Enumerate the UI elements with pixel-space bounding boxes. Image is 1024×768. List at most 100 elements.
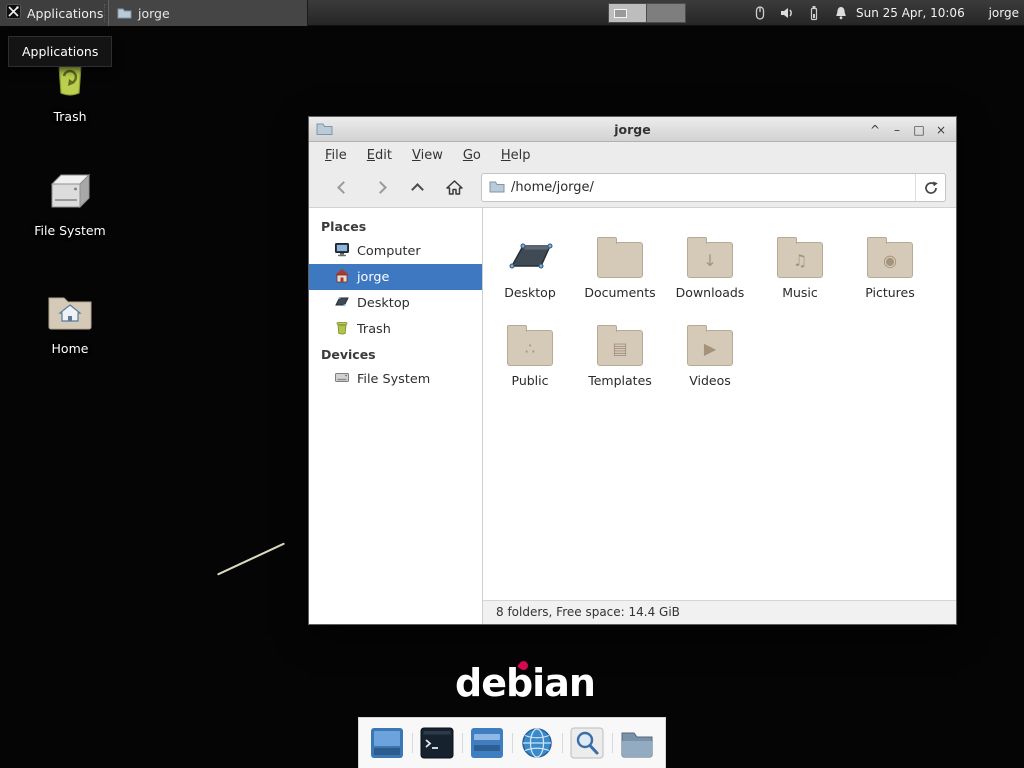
forward-button[interactable]	[362, 173, 399, 203]
folder-item-pictures[interactable]: ◉ Pictures	[845, 228, 935, 300]
menu-file[interactable]: File	[315, 144, 357, 167]
reload-icon	[923, 180, 939, 196]
folder-item-templates[interactable]: ▤ Templates	[575, 316, 665, 388]
sidebar-item-label: File System	[357, 372, 430, 387]
menu-help[interactable]: Help	[491, 144, 541, 167]
menu-view[interactable]: View	[402, 144, 453, 167]
desktop-pad-icon	[504, 228, 556, 278]
menu-edit[interactable]: Edit	[357, 144, 402, 167]
trash-small-icon	[334, 320, 350, 339]
up-button[interactable]	[399, 173, 436, 203]
shade-button[interactable]: ^	[864, 117, 886, 142]
minimize-button[interactable]: –	[886, 117, 908, 142]
workspace-window-thumb	[614, 9, 627, 18]
music-note-glyph: ♫	[778, 243, 822, 277]
statusbar: 8 folders, Free space: 14.4 GiB	[483, 600, 956, 624]
terminal-icon	[419, 726, 455, 760]
home-button[interactable]	[436, 173, 473, 203]
folder-label: Pictures	[865, 285, 915, 300]
mouse-icon[interactable]	[752, 5, 768, 21]
taskbar-button-jorge[interactable]: jorge	[108, 0, 308, 26]
folder-item-music[interactable]: ♫ Music	[755, 228, 845, 300]
desktop-icon-label: File System	[34, 223, 106, 238]
reload-button[interactable]	[915, 174, 945, 201]
folder-item-public[interactable]: ∴ Public	[485, 316, 575, 388]
home-icon	[445, 179, 464, 196]
panel-username[interactable]: jorge	[989, 0, 1019, 26]
workspace-2[interactable]	[647, 3, 686, 23]
panel-clock[interactable]: Sun 25 Apr, 10:06	[856, 0, 965, 26]
path-bar[interactable]: /home/jorge/	[481, 173, 946, 202]
sidebar-item-filesystem[interactable]: File System	[309, 366, 482, 392]
taskbar-button-label: jorge	[138, 6, 170, 21]
download-arrow-glyph: ↓	[688, 243, 732, 277]
file-manager-window: jorge ^ – □ × File Edit View Go Help /ho…	[308, 116, 957, 625]
folder-item-desktop[interactable]: Desktop	[485, 228, 575, 300]
dock-item-app-finder[interactable]	[563, 718, 612, 768]
workspace-1[interactable]	[608, 3, 647, 23]
desktop-icon-filesystem[interactable]: File System	[22, 170, 118, 238]
folder-label: Templates	[588, 373, 652, 388]
folder-item-documents[interactable]: Documents	[575, 228, 665, 300]
sidebar-item-label: Trash	[357, 322, 391, 337]
play-glyph: ▶	[688, 331, 732, 365]
sidebar-item-computer[interactable]: Computer	[309, 238, 482, 264]
computer-icon	[334, 242, 350, 261]
sidebar-item-desktop[interactable]: Desktop	[309, 290, 482, 316]
dock-item-web-browser[interactable]	[513, 718, 562, 768]
panel-settings-icon	[469, 726, 505, 760]
folder-label: Documents	[584, 285, 655, 300]
dock-item-file-manager[interactable]	[613, 718, 662, 768]
dock-item-settings[interactable]	[463, 718, 512, 768]
folder-label: Public	[512, 373, 549, 388]
applications-label: Applications	[27, 6, 103, 21]
magnifier-icon	[569, 726, 605, 760]
path-folder-icon	[489, 178, 505, 197]
sidebar-item-jorge[interactable]: jorge	[309, 264, 482, 290]
folder-label: Videos	[689, 373, 731, 388]
folder-label: Music	[782, 285, 818, 300]
top-panel: Applications jorge Sun 25 Apr, 10:06 jor…	[0, 0, 1024, 26]
sidebar-item-label: Desktop	[357, 296, 410, 311]
folder-item-downloads[interactable]: ↓ Downloads	[665, 228, 755, 300]
folder-icon: ♫	[777, 242, 823, 278]
titlebar[interactable]: jorge ^ – □ ×	[309, 117, 956, 142]
debian-wordmark: debian	[455, 661, 595, 705]
camera-glyph: ◉	[868, 243, 912, 277]
home-icon	[334, 268, 350, 287]
toolbar: /home/jorge/	[309, 168, 956, 208]
battery-icon[interactable]	[806, 5, 822, 21]
template-glyph: ▤	[598, 331, 642, 365]
folder-view: Desktop Documents ↓ Downloads ♫ Music ◉ …	[483, 208, 956, 600]
back-button[interactable]	[325, 173, 362, 203]
folder-label: Downloads	[676, 285, 745, 300]
desktop-icon-label: Trash	[53, 109, 86, 124]
maximize-button[interactable]: □	[908, 117, 930, 142]
system-tray	[752, 5, 849, 21]
folder-icon	[597, 242, 643, 278]
desktop-place-icon	[334, 294, 350, 312]
dock-item-desktop-settings[interactable]	[363, 718, 412, 768]
drive-icon	[47, 170, 93, 216]
wallpaper-line	[217, 542, 285, 575]
share-glyph: ∴	[508, 331, 552, 365]
volume-icon[interactable]	[779, 5, 795, 21]
window-title: jorge	[309, 122, 956, 137]
sidebar-item-label: Computer	[357, 244, 421, 259]
menu-go[interactable]: Go	[453, 144, 491, 167]
window-icon	[117, 4, 132, 23]
close-button[interactable]: ×	[930, 117, 952, 142]
applications-button[interactable]: Applications	[0, 0, 114, 26]
bell-icon[interactable]	[833, 5, 849, 21]
sidebar-item-label: jorge	[357, 270, 389, 285]
folder-icon: ◉	[867, 242, 913, 278]
desktop-icon-home[interactable]: Home	[22, 290, 118, 356]
folder-item-videos[interactable]: ▶ Videos	[665, 316, 755, 388]
sidebar-item-trash[interactable]: Trash	[309, 316, 482, 342]
applications-tooltip: Applications	[8, 36, 112, 67]
devices-header: Devices	[309, 342, 482, 366]
display-icon	[369, 726, 405, 760]
home-folder-icon	[47, 290, 93, 334]
back-icon	[337, 181, 350, 194]
dock-item-terminal[interactable]	[413, 718, 462, 768]
